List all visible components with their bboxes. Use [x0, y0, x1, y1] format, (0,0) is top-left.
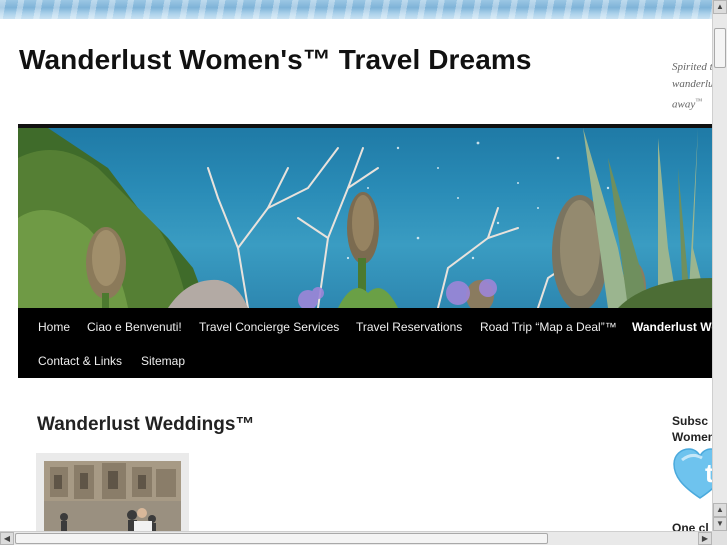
banner-photo	[18, 128, 713, 308]
main-navigation: Home Ciao e Benvenuti! Travel Concierge …	[18, 308, 718, 378]
horizontal-scrollbar[interactable]: ◀ ▶	[0, 531, 712, 545]
vertical-scroll-thumb[interactable]	[714, 28, 726, 68]
scroll-left-button[interactable]: ◀	[0, 532, 14, 545]
nav-item-sitemap[interactable]: Sitemap	[141, 354, 185, 368]
twitter-heart-icon[interactable]: t	[672, 446, 714, 502]
post-title: Wanderlust Weddings™	[37, 414, 255, 435]
nav-item-travel-reservations[interactable]: Travel Reservations	[356, 320, 462, 334]
header-sea-strip	[0, 0, 727, 19]
nav-item-ciao-e-benvenuti[interactable]: Ciao e Benvenuti!	[87, 320, 182, 334]
site-title[interactable]: Wanderlust Women's™ Travel Dreams	[19, 44, 532, 76]
scroll-right-button[interactable]: ▶	[698, 532, 712, 545]
nav-item-road-trip-map-a-deal[interactable]: Road Trip “Map a Deal”™	[480, 320, 617, 334]
header-banner-image	[18, 124, 713, 308]
vertical-scrollbar[interactable]: ▲ ▲ ▼	[712, 0, 727, 531]
scroll-up-button[interactable]: ▲	[713, 0, 727, 14]
scrollbar-corner	[712, 531, 727, 545]
scroll-down-button[interactable]: ▲	[713, 503, 727, 517]
nav-item-home[interactable]: Home	[38, 320, 70, 334]
nav-item-contact-links[interactable]: Contact & Links	[38, 354, 122, 368]
horizontal-scroll-thumb[interactable]	[15, 533, 548, 544]
sidebar-subscribe-heading: Subsc Women	[672, 414, 716, 444]
nav-item-travel-concierge-services[interactable]: Travel Concierge Services	[199, 320, 339, 334]
scroll-down-button-2[interactable]: ▼	[713, 517, 727, 531]
nav-item-wanderlust-weddings[interactable]: Wanderlust We	[632, 320, 718, 334]
